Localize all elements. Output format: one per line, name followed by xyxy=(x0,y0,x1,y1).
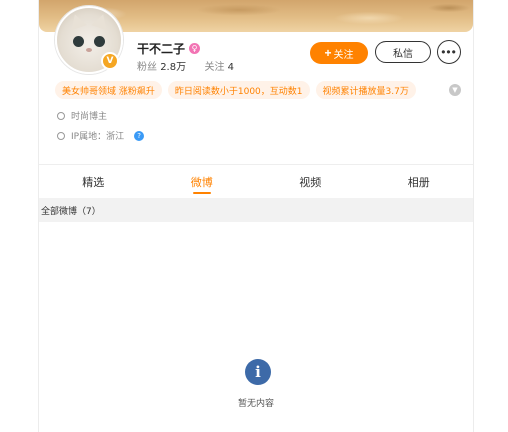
more-icon[interactable]: ••• xyxy=(437,40,461,64)
cat-ear-left xyxy=(67,11,87,31)
female-icon: ♀ xyxy=(189,43,201,54)
divider xyxy=(39,164,473,165)
cat-ear-right xyxy=(91,11,111,31)
tab-featured[interactable]: 精选 xyxy=(39,170,148,194)
profile-name-text: 干不二子 xyxy=(137,42,186,56)
cat-eye-right xyxy=(94,36,105,47)
empty-state-text: 暂无内容 xyxy=(237,399,274,409)
fans-stat[interactable]: 粉丝 2.8万 xyxy=(137,62,186,73)
tag-chip[interactable]: 美女帅哥领域 涨粉飙升 xyxy=(55,81,162,99)
category-row: 时尚博主 xyxy=(57,109,107,122)
chevron-down-icon[interactable]: ▼ xyxy=(449,84,461,96)
help-icon[interactable]: ? xyxy=(134,130,145,141)
ip-location-text: IP属地：浙江 xyxy=(71,132,125,142)
all-weibo-header: 全部微博（7） xyxy=(39,198,473,222)
all-weibo-title: 全部微博（7） xyxy=(41,206,101,217)
badge-icon xyxy=(57,111,65,120)
info-icon: i xyxy=(245,359,271,385)
follow-label: 关注 xyxy=(333,49,354,61)
message-button[interactable]: 私信 xyxy=(375,41,431,63)
tab-video[interactable]: 视频 xyxy=(256,170,365,194)
tag-list: 美女帅哥领域 涨粉飙升 昨日阅读数小于1000，互动数1 视频累计播放量3.7万 xyxy=(55,81,416,99)
profile-stats: 粉丝 2.8万 关注 4 xyxy=(137,58,234,73)
location-icon xyxy=(57,131,65,140)
profile-tabs: 精选 微博 视频 相册 xyxy=(39,170,473,194)
cat-eye-left xyxy=(73,36,84,47)
following-stat[interactable]: 关注 4 xyxy=(204,62,234,73)
message-label: 私信 xyxy=(393,48,413,60)
verified-badge-icon: V xyxy=(101,52,119,70)
follow-button[interactable]: + 关注 xyxy=(310,42,368,64)
cat-nose xyxy=(86,48,92,52)
tab-weibo[interactable]: 微博 xyxy=(148,170,257,194)
profile-card: V 干不二子 ♀ 粉丝 2.8万 关注 4 + 关注 私信 ••• 美女帅哥领域… xyxy=(38,0,474,432)
ip-row: IP属地：浙江 ? xyxy=(57,129,145,142)
tag-chip[interactable]: 昨日阅读数小于1000，互动数1 xyxy=(167,81,310,99)
plus-icon: + xyxy=(324,46,332,60)
tab-album[interactable]: 相册 xyxy=(365,170,474,194)
category-text: 时尚博主 xyxy=(71,112,108,122)
tag-chip[interactable]: 视频累计播放量3.7万 xyxy=(315,81,416,99)
profile-name: 干不二子 ♀ xyxy=(137,40,201,57)
